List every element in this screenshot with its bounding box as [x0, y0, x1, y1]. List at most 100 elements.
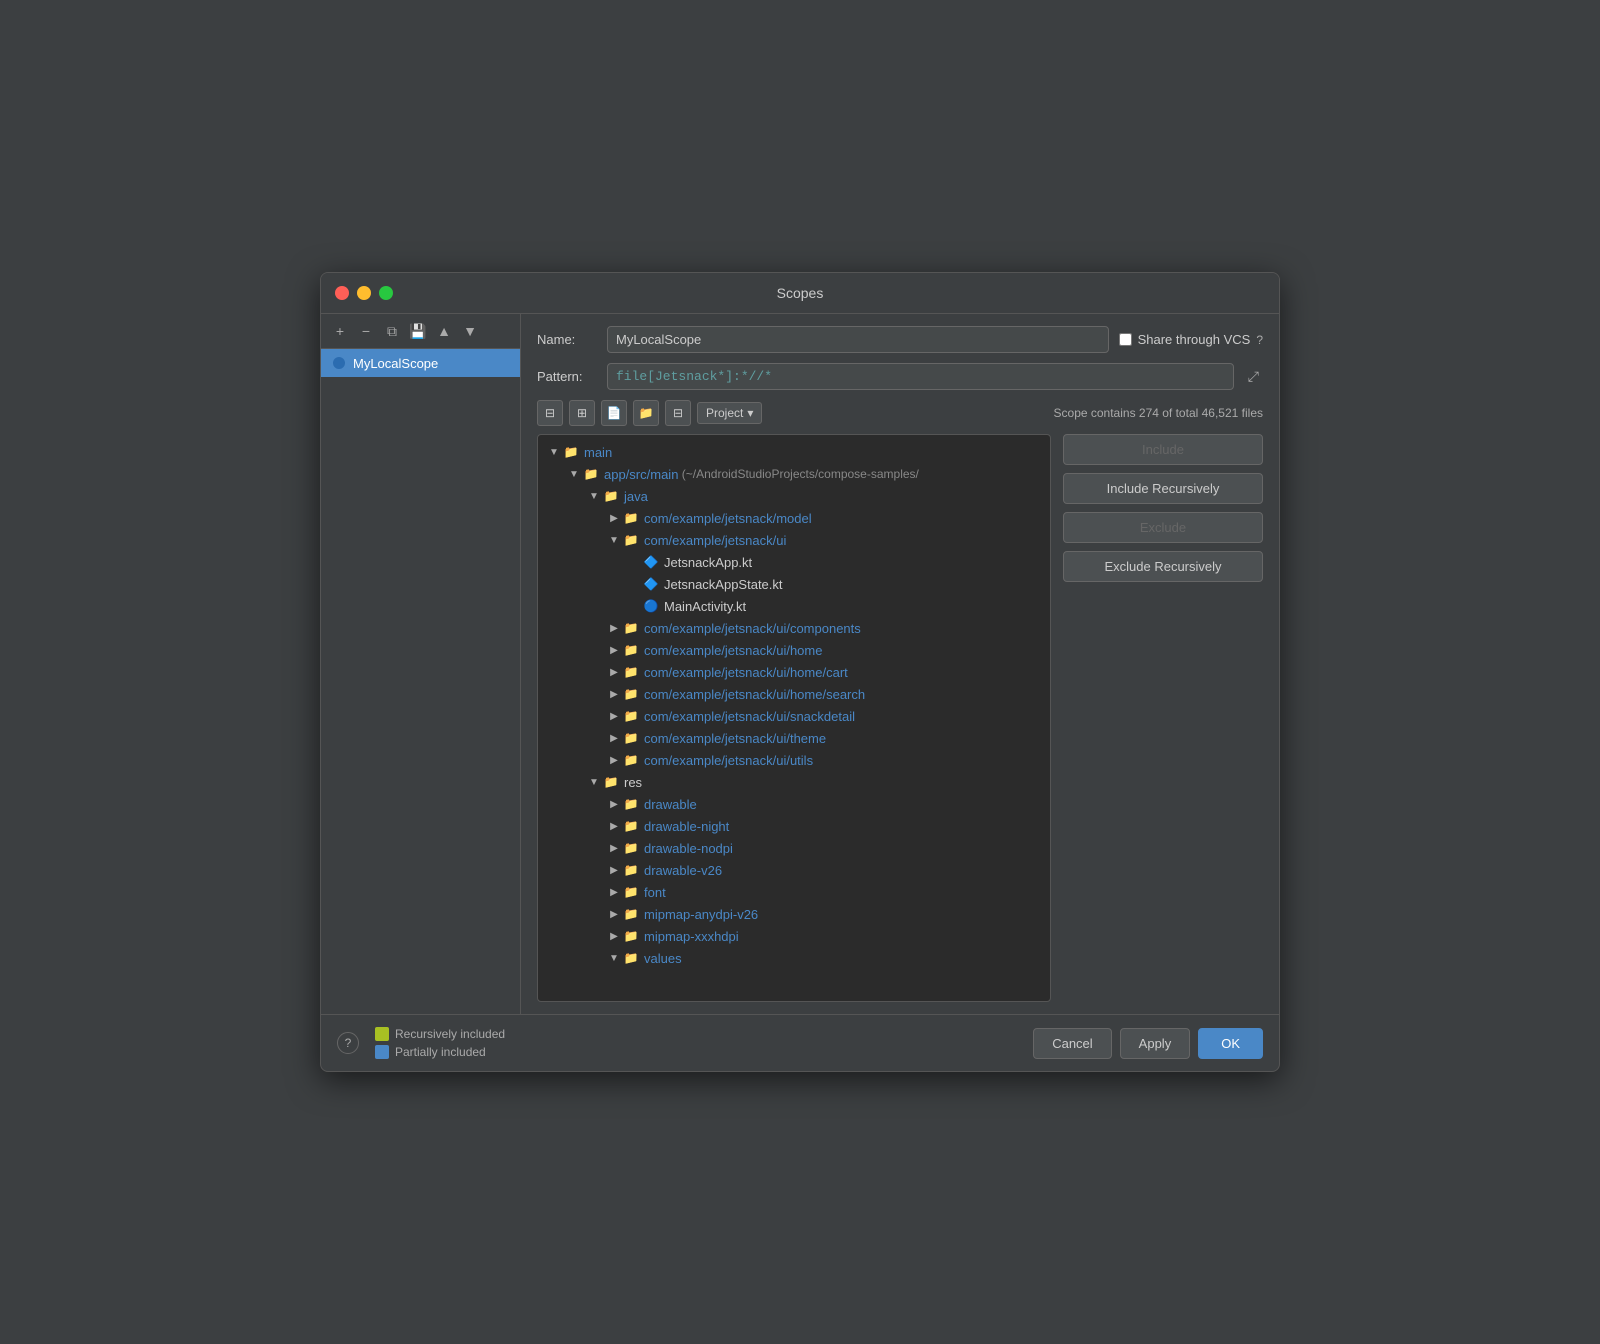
tree-arrow-drawable: ▶ — [606, 799, 622, 810]
tree-item-mainactivity[interactable]: ▶ 🔵 MainActivity.kt — [542, 595, 1046, 617]
tree-item-font[interactable]: ▶ 📁 font — [542, 881, 1046, 903]
file-tree[interactable]: ▼ 📁 main ▼ 📁 app/src/main (~/AndroidStud… — [537, 434, 1051, 1002]
save-scope-button[interactable]: 💾 — [407, 320, 429, 342]
ok-button[interactable]: OK — [1198, 1028, 1263, 1059]
tree-item-theme[interactable]: ▶ 📁 com/example/jetsnack/ui/theme — [542, 727, 1046, 749]
collapse-all-button[interactable]: ⊟ — [537, 400, 563, 426]
move-up-button[interactable]: ▲ — [433, 320, 455, 342]
tree-item-mipmap-xxxhdpi[interactable]: ▶ 📁 mipmap-xxxhdpi — [542, 925, 1046, 947]
tree-item-drawable-nodpi[interactable]: ▶ 📁 drawable-nodpi — [542, 837, 1046, 859]
exclude-button[interactable]: Exclude — [1063, 512, 1263, 543]
share-checkbox-row: Share through VCS ? — [1119, 332, 1263, 347]
tree-label-mipmap-anydpi: mipmap-anydpi-v26 — [644, 907, 758, 922]
include-recursively-button[interactable]: Include Recursively — [1063, 473, 1263, 504]
folder-utils-icon: 📁 — [622, 751, 640, 769]
cancel-button[interactable]: Cancel — [1033, 1028, 1111, 1059]
move-down-button[interactable]: ▼ — [459, 320, 481, 342]
folder-theme-icon: 📁 — [622, 729, 640, 747]
folder-mipmap-xxxhdpi-icon: 📁 — [622, 927, 640, 945]
tree-label-res: res — [624, 775, 642, 790]
scopes-dialog: Scopes + − ⧉ 💾 ▲ ▼ MyLocalScope Name: — [320, 272, 1280, 1072]
legend-item-recursive: Recursively included — [375, 1027, 505, 1041]
folder-cart-icon: 📁 — [622, 663, 640, 681]
tree-item-ui[interactable]: ▼ 📁 com/example/jetsnack/ui — [542, 529, 1046, 551]
name-row: Name: Share through VCS ? — [537, 326, 1263, 353]
tree-arrow-search: ▶ — [606, 689, 622, 700]
folder-values-icon: 📁 — [622, 949, 640, 967]
include-button[interactable]: Include — [1063, 434, 1263, 465]
tree-item-java[interactable]: ▼ 📁 java — [542, 485, 1046, 507]
pattern-input[interactable] — [607, 363, 1234, 390]
tree-item-components[interactable]: ▶ 📁 com/example/jetsnack/ui/components — [542, 617, 1046, 639]
tree-item-app-src-main[interactable]: ▼ 📁 app/src/main (~/AndroidStudioProject… — [542, 463, 1046, 485]
tree-item-main[interactable]: ▼ 📁 main — [542, 441, 1046, 463]
tree-item-search[interactable]: ▶ 📁 com/example/jetsnack/ui/home/search — [542, 683, 1046, 705]
remove-scope-button[interactable]: − — [355, 320, 377, 342]
folder-drawable-nodpi-icon: 📁 — [622, 839, 640, 857]
dropdown-arrow-icon: ▾ — [747, 406, 753, 420]
tree-item-utils[interactable]: ▶ 📁 com/example/jetsnack/ui/utils — [542, 749, 1046, 771]
tree-item-drawable-night[interactable]: ▶ 📁 drawable-night — [542, 815, 1046, 837]
minimize-button[interactable] — [357, 286, 371, 300]
file-jetsnackappstate-icon: 🔷 — [642, 575, 660, 593]
copy-scope-button[interactable]: ⧉ — [381, 320, 403, 342]
folder-res-icon: 📁 — [602, 773, 620, 791]
maximize-button[interactable] — [379, 286, 393, 300]
tree-label-main: main — [584, 445, 612, 460]
tree-label-java: java — [624, 489, 648, 504]
project-dropdown[interactable]: Project ▾ — [697, 402, 762, 424]
tree-label-jetsnackappstate: JetsnackAppState.kt — [664, 577, 783, 592]
sidebar-toolbar: + − ⧉ 💾 ▲ ▼ — [321, 314, 520, 349]
tree-arrow-main: ▼ — [546, 447, 562, 458]
apply-button[interactable]: Apply — [1120, 1028, 1191, 1059]
help-button[interactable]: ? — [337, 1032, 359, 1054]
add-scope-button[interactable]: + — [329, 320, 351, 342]
name-input[interactable] — [607, 326, 1109, 353]
share-vcs-checkbox[interactable] — [1119, 333, 1132, 346]
package-view-button[interactable]: 📁 — [633, 400, 659, 426]
legend-color-partial — [375, 1045, 389, 1059]
tree-item-snackdetail[interactable]: ▶ 📁 com/example/jetsnack/ui/snackdetail — [542, 705, 1046, 727]
tree-item-cart[interactable]: ▶ 📁 com/example/jetsnack/ui/home/cart — [542, 661, 1046, 683]
help-icon[interactable]: ? — [1256, 333, 1263, 347]
tree-item-mipmap-anydpi[interactable]: ▶ 📁 mipmap-anydpi-v26 — [542, 903, 1046, 925]
tree-arrow-values: ▼ — [606, 953, 622, 964]
tree-toolbar: ⊟ ⊞ 📄 📁 ⊟ Project ▾ Scope contains 274 o… — [537, 400, 1263, 426]
sidebar: + − ⧉ 💾 ▲ ▼ MyLocalScope — [321, 314, 521, 1014]
main-area: ▼ 📁 main ▼ 📁 app/src/main (~/AndroidStud… — [537, 434, 1263, 1002]
file-mainactivity-icon: 🔵 — [642, 597, 660, 615]
tree-label-theme: com/example/jetsnack/ui/theme — [644, 731, 826, 746]
tree-arrow-java: ▼ — [586, 491, 602, 502]
filter-button[interactable]: ⊟ — [665, 400, 691, 426]
tree-label-app: app/src/main — [604, 467, 678, 482]
tree-label-mipmap-xxxhdpi: mipmap-xxxhdpi — [644, 929, 739, 944]
tree-arrow-drawable-v26: ▶ — [606, 865, 622, 876]
legend-item-partial: Partially included — [375, 1045, 505, 1059]
tree-label-cart: com/example/jetsnack/ui/home/cart — [644, 665, 848, 680]
file-view-button[interactable]: 📄 — [601, 400, 627, 426]
folder-app-icon: 📁 — [582, 465, 600, 483]
legend-color-recursive — [375, 1027, 389, 1041]
tree-arrow-cart: ▶ — [606, 667, 622, 678]
tree-label-drawable-night: drawable-night — [644, 819, 729, 834]
footer-buttons: Cancel Apply OK — [1033, 1028, 1263, 1059]
scope-item-mylocalscope[interactable]: MyLocalScope — [321, 349, 520, 377]
tree-item-drawable-v26[interactable]: ▶ 📁 drawable-v26 — [542, 859, 1046, 881]
folder-main-icon: 📁 — [562, 443, 580, 461]
tree-item-home[interactable]: ▶ 📁 com/example/jetsnack/ui/home — [542, 639, 1046, 661]
expand-all-button[interactable]: ⊞ — [569, 400, 595, 426]
pattern-label: Pattern: — [537, 369, 597, 384]
tree-item-values[interactable]: ▼ 📁 values — [542, 947, 1046, 969]
title-bar: Scopes — [321, 273, 1279, 314]
tree-item-jetsnackappstate[interactable]: ▶ 🔷 JetsnackAppState.kt — [542, 573, 1046, 595]
tree-item-res[interactable]: ▼ 📁 res — [542, 771, 1046, 793]
tree-item-model[interactable]: ▶ 📁 com/example/jetsnack/model — [542, 507, 1046, 529]
folder-ui-icon: 📁 — [622, 531, 640, 549]
tree-arrow-font: ▶ — [606, 887, 622, 898]
content-area: Name: Share through VCS ? Pattern: ⤢ ⊟ ⊞… — [521, 314, 1279, 1014]
tree-item-jetsnackapp[interactable]: ▶ 🔷 JetsnackApp.kt — [542, 551, 1046, 573]
exclude-recursively-button[interactable]: Exclude Recursively — [1063, 551, 1263, 582]
tree-item-drawable[interactable]: ▶ 📁 drawable — [542, 793, 1046, 815]
expand-pattern-button[interactable]: ⤢ — [1244, 364, 1263, 389]
close-button[interactable] — [335, 286, 349, 300]
